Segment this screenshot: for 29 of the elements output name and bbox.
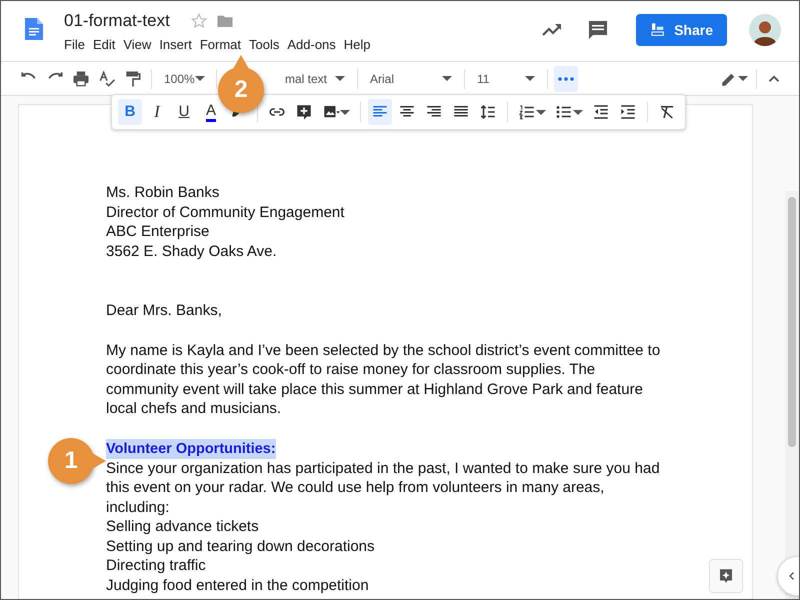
address-line: Ms. Robin Banks	[106, 183, 220, 202]
italic-button[interactable]: I	[145, 99, 169, 125]
list-item: Judging food entered in the competition	[106, 576, 370, 595]
greeting: Dear Mrs. Banks,	[106, 301, 223, 320]
paragraph: My name is Kayla and I’ve been selected by the school district’s event committee to coordinate this year’s cook-off to raise money for classroom supplies. The community event will take place this summer at Highland Grove Park and feature local chefs and musicians.	[106, 340, 662, 418]
menu-item[interactable]: View	[119, 35, 156, 54]
address-line: 3562 E. Shady Oaks Ave.	[106, 242, 278, 261]
bold-button[interactable]: B	[118, 99, 142, 125]
menu-item[interactable]: Add-ons	[283, 35, 340, 54]
menu-item[interactable]: Help	[340, 35, 375, 54]
list-item: Directing traffic	[106, 556, 207, 576]
menu-item[interactable]: File	[60, 35, 89, 54]
underline-button[interactable]: U	[172, 99, 196, 125]
style-dropdown[interactable]: mal text	[279, 70, 351, 88]
list-item: Setting up and tearing down decorations	[106, 536, 376, 556]
document-title[interactable]: 01-format-text	[64, 10, 170, 32]
share-button[interactable]: Share	[636, 14, 727, 46]
font-size-dropdown[interactable]: 11	[471, 70, 541, 88]
address-line: Director of Community Engagement	[106, 202, 346, 222]
menu-item[interactable]: Tools	[245, 35, 284, 54]
menu-item[interactable]: Edit	[88, 35, 120, 54]
address-line: ABC Enterprise	[106, 222, 210, 242]
zoom-dropdown[interactable]: 100%	[158, 70, 210, 88]
menu-item[interactable]: Format	[196, 35, 245, 54]
font-dropdown[interactable]: Arial	[364, 70, 458, 88]
heading: Volunteer Opportunities:	[106, 438, 276, 458]
list-item: Selling advance tickets	[106, 517, 260, 536]
paragraph: Since your organization has participated in the past, I wanted to make sure you had this event on your radar. We could use help from volunteers in many areas, including:	[106, 458, 661, 517]
menu-item[interactable]: Insert	[155, 35, 196, 54]
